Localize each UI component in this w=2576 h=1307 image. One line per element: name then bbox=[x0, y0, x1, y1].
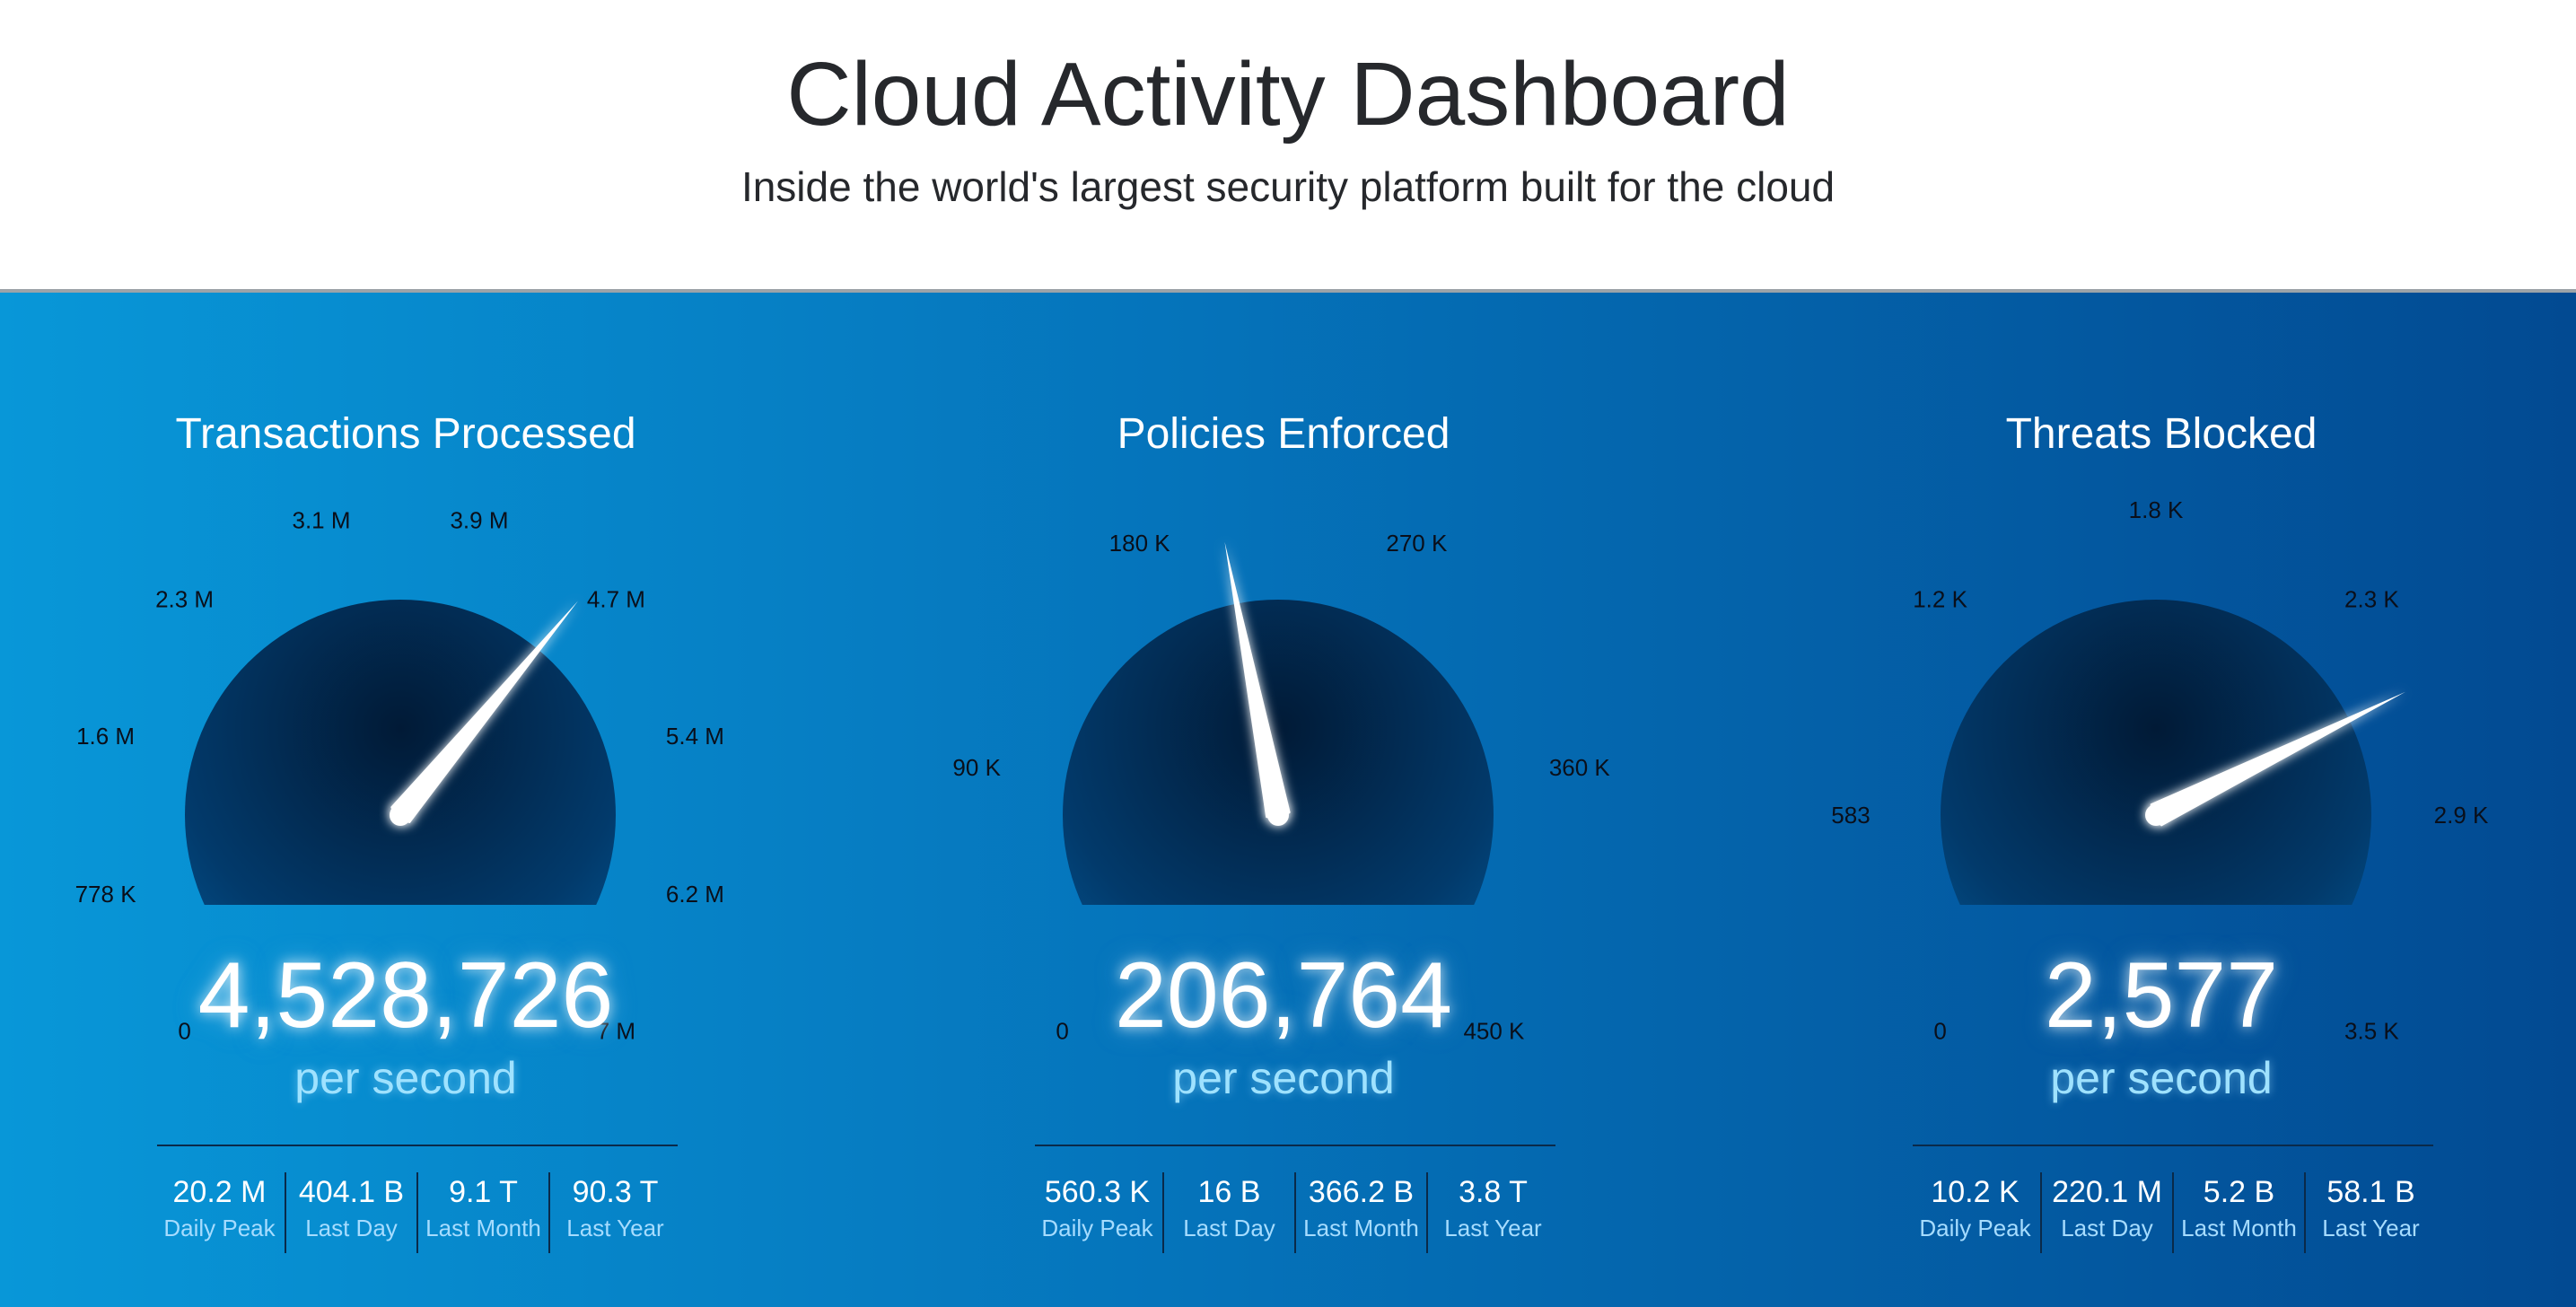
gauge-tick-label: 583 bbox=[1831, 802, 1870, 829]
gauge-tick-label: 2.3 K bbox=[2344, 586, 2399, 613]
gauge-tick-label: 6.2 M bbox=[666, 881, 724, 908]
gauge-dial: 05831.2 K1.8 K2.3 K2.9 K3.5 K bbox=[1831, 496, 2489, 1044]
stats-row: 560.3 K Daily Peak 16 B Last Day 366.2 B… bbox=[1032, 1172, 1558, 1253]
gauge-tick-label: 778 K bbox=[75, 881, 137, 908]
gauge-needle-hub bbox=[1267, 804, 1289, 826]
stat-value: 366.2 B bbox=[1308, 1175, 1415, 1209]
gauge-tick-label: 360 K bbox=[1549, 754, 1611, 781]
page-header: Cloud Activity Dashboard Inside the worl… bbox=[0, 0, 2576, 289]
stat-label: Last Day bbox=[305, 1215, 398, 1241]
stat-label: Last Month bbox=[2181, 1215, 2297, 1241]
stat-label: Daily Peak bbox=[163, 1215, 276, 1241]
stat-label: Last Day bbox=[1183, 1215, 1275, 1241]
gauge-tick-label: 1.8 K bbox=[2129, 496, 2184, 523]
gauge-threats: Threats Blocked 0 583 1.2 K 1.8 K 2.3 K 2.9 K… bbox=[1722, 293, 2576, 1307]
gauge-tick-label: 270 K bbox=[1386, 530, 1448, 557]
gauge-value: 2,577 bbox=[2044, 943, 2279, 1048]
gauge-tick-label: 90 K bbox=[952, 754, 1001, 781]
stat-value: 16 B bbox=[1197, 1175, 1261, 1209]
stat-label: Last Year bbox=[1444, 1215, 1542, 1241]
gauge-unit: per second bbox=[294, 1053, 517, 1103]
stat-last-month: 9.1 T Last Month bbox=[416, 1172, 548, 1253]
stat-value: 90.3 T bbox=[572, 1175, 659, 1209]
gauge-dial: 0778 K1.6 M2.3 M3.1 M 3.9 M4.7 M5.4 M6.2 … bbox=[75, 507, 724, 1045]
gauge-tick-label: 180 K bbox=[1109, 530, 1171, 557]
stat-last-year: 58.1 B Last Year bbox=[2304, 1172, 2436, 1253]
stats-divider bbox=[1913, 1145, 2433, 1146]
stat-last-day: 220.1 M Last Day bbox=[2040, 1172, 2172, 1253]
gauge-tick-label: 3.9 M bbox=[450, 507, 508, 534]
gauge-tick-label: 4.7 M bbox=[587, 586, 645, 613]
stats-divider bbox=[1035, 1145, 1555, 1146]
stat-last-year: 90.3 T Last Year bbox=[548, 1172, 680, 1253]
gauge-policies: Policies Enforced 0 90 K 180 K 270 K 360 K 45… bbox=[844, 293, 1723, 1307]
stat-daily-peak: 560.3 K Daily Peak bbox=[1032, 1172, 1162, 1253]
stat-value: 560.3 K bbox=[1044, 1175, 1151, 1209]
gauge-value: 4,528,726 bbox=[197, 943, 614, 1048]
stat-value: 58.1 B bbox=[2326, 1175, 2415, 1209]
stat-daily-peak: 20.2 M Daily Peak bbox=[154, 1172, 285, 1253]
stat-last-month: 366.2 B Last Month bbox=[1294, 1172, 1426, 1253]
gauge-transactions: Transactions Processed 0 778 K 1.6 M 2.3 M3… bbox=[0, 293, 846, 1307]
stat-last-day: 404.1 B Last Day bbox=[285, 1172, 416, 1253]
stat-value: 220.1 M bbox=[2052, 1175, 2162, 1209]
stat-last-month: 5.2 B Last Month bbox=[2172, 1172, 2304, 1253]
gauge-tick-label: 2.3 M bbox=[155, 586, 214, 613]
gauge-value: 206,764 bbox=[1115, 943, 1452, 1048]
stats-row: 20.2 M Daily Peak 404.1 B Last Day 9.1 T… bbox=[154, 1172, 680, 1253]
gauge-unit: per second bbox=[2050, 1053, 2273, 1103]
gauge-tick-label: 5.4 M bbox=[666, 723, 724, 750]
stat-value: 5.2 B bbox=[2203, 1175, 2275, 1209]
dashboard-panel: Transactions Processed 0 778 K 1.6 M 2.3 M3… bbox=[0, 293, 2576, 1307]
stats-divider bbox=[157, 1145, 678, 1146]
stat-label: Last Year bbox=[2322, 1215, 2420, 1241]
stat-value: 404.1 B bbox=[298, 1175, 405, 1209]
stat-daily-peak: 10.2 K Daily Peak bbox=[1910, 1172, 2040, 1253]
gauge-unit: per second bbox=[1172, 1053, 1395, 1103]
stat-last-year: 3.8 T Last Year bbox=[1426, 1172, 1558, 1253]
stat-label: Last Year bbox=[566, 1215, 664, 1241]
page-subtitle: Inside the world's largest security plat… bbox=[740, 163, 1836, 210]
stat-label: Last Day bbox=[2061, 1215, 2153, 1241]
stat-label: Daily Peak bbox=[1041, 1215, 1153, 1241]
stat-label: Daily Peak bbox=[1919, 1215, 2031, 1241]
stats-row: 10.2 K Daily Peak 220.1 M Last Day 5.2 B… bbox=[1910, 1172, 2436, 1253]
gauge-tick-label: 2.9 K bbox=[2434, 802, 2489, 829]
gauge-dial: 090 K180 K 270 K360 K450 K bbox=[952, 530, 1611, 1044]
page-title: Cloud Activity Dashboard bbox=[786, 44, 1790, 145]
stat-value: 20.2 M bbox=[172, 1175, 267, 1209]
stat-value: 3.8 T bbox=[1459, 1175, 1528, 1209]
gauge-needle-hub bbox=[2145, 804, 2167, 826]
stat-label: Last Month bbox=[425, 1215, 541, 1241]
gauge-tick-label: 1.6 M bbox=[76, 723, 135, 750]
gauge-tick-label: 1.2 K bbox=[1913, 586, 1967, 613]
stat-value: 10.2 K bbox=[1931, 1175, 2020, 1209]
stat-value: 9.1 T bbox=[449, 1175, 518, 1209]
stat-label: Last Month bbox=[1303, 1215, 1419, 1241]
gauge-tick-label: 3.1 M bbox=[292, 507, 350, 534]
gauge-needle-hub bbox=[390, 804, 411, 826]
stat-last-day: 16 B Last Day bbox=[1162, 1172, 1294, 1253]
